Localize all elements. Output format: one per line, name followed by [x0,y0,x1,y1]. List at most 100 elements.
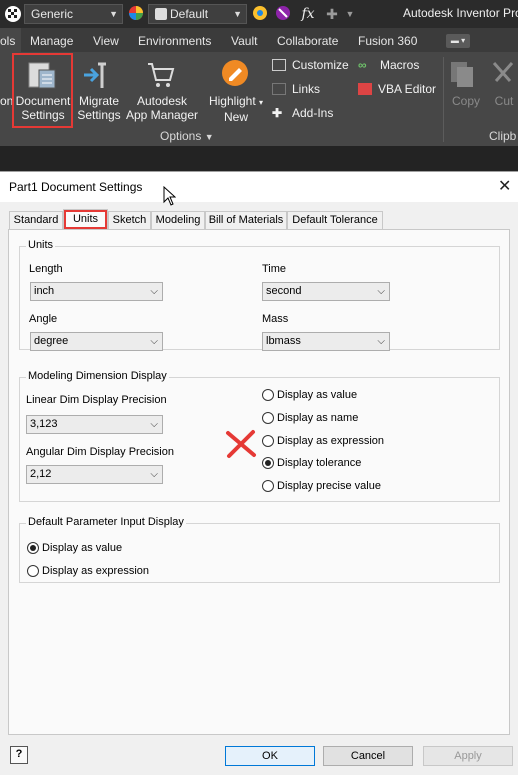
modeling-group-title: Modeling Dimension Display [26,370,169,382]
vba-editor-button[interactable]: VBA Editor [358,82,436,96]
highlight-new-button[interactable]: Highlight ▾ New [205,94,267,124]
radio-icon [27,565,39,577]
tab-standard[interactable]: Standard [9,211,63,229]
highlight-new-icon [220,58,250,91]
angular-precision-label: Angular Dim Display Precision [26,446,174,458]
plus-icon[interactable]: ✚ [323,5,341,23]
migrate-settings-button[interactable]: Migrate Settings [74,94,124,122]
macros-button[interactable]: ∞ Macros [358,58,419,72]
length-dropdown[interactable]: inch ⌵ [30,282,163,301]
chevron-down-icon: ⌵ [377,286,385,297]
radio-label: Display as expression [42,565,149,577]
tab-default-tolerance[interactable]: Default Tolerance [287,211,383,229]
tab-manage[interactable]: Manage [30,34,73,48]
tab-vault[interactable]: Vault [231,34,257,48]
links-button[interactable]: Links [272,82,320,96]
ok-button[interactable]: OK [225,746,315,766]
radio-icon [262,480,274,492]
length-label: Length [29,263,63,275]
color-wheel-icon[interactable] [127,5,145,23]
tab-collaborate[interactable]: Collaborate [277,34,338,48]
customize-button[interactable]: Customize [272,58,349,72]
mass-value: lbmass [266,335,301,347]
default-parameter-input-display-group: Default Parameter Input Display Display … [19,516,500,583]
tab-environments[interactable]: Environments [138,34,211,48]
ribbon-display-toggle-icon[interactable]: ▬ ▾ [446,34,470,48]
links-icon [272,83,286,95]
material-value: Generic [31,7,74,21]
chevron-down-icon: ⌵ [150,336,158,347]
app-manager-label-2: App Manager [125,108,199,122]
customize-label: Customize [292,58,349,72]
radio-selected-icon [27,542,39,554]
radio-param-display-as-value[interactable]: Display as value [27,542,122,554]
cut-button[interactable]: Cut [490,94,518,108]
options-group-label[interactable]: Options ▼ [160,129,214,144]
chevron-down-icon: ⌵ [150,469,158,480]
radio-display-as-expression[interactable]: Display as expression [262,435,384,447]
linear-precision-value: 3,123 [30,418,58,430]
linear-precision-dropdown[interactable]: 3,123 ⌵ [26,415,163,434]
radio-label: Display tolerance [277,457,362,469]
angular-precision-value: 2,12 [30,468,52,480]
radio-display-as-value[interactable]: Display as value [262,389,357,401]
length-value: inch [34,285,55,297]
dialog-title: Part1 Document Settings [9,180,143,194]
tab-bill-of-materials[interactable]: Bill of Materials [205,211,287,229]
tab-view[interactable]: View [93,34,119,48]
migrate-settings-icon [82,60,114,93]
tab-modeling[interactable]: Modeling [151,211,205,229]
modeling-dimension-display-group: Modeling Dimension Display Linear Dim Di… [19,370,500,502]
units-tab-page: Units Length inch ⌵ Time second ⌵ Angle de… [8,229,510,735]
ribbon-group-divider [443,57,444,142]
add-ins-label: Add-Ins [292,106,334,120]
appearance-adjust-icon[interactable] [251,5,269,23]
radio-label: Display as value [277,389,358,401]
dialog-close-button[interactable]: ✕ [498,176,511,196]
app-manager-button[interactable]: Autodesk App Manager [124,94,200,122]
mass-label: Mass [262,313,289,325]
material-dropdown[interactable]: Generic ▼ [24,4,123,24]
add-ins-button[interactable]: ✚ Add-Ins [272,106,333,120]
app-manager-label-1: Autodesk [136,94,188,108]
radio-display-tolerance[interactable]: Display tolerance [262,457,361,469]
radio-param-display-as-expression[interactable]: Display as expression [27,565,149,577]
parameters-fx-icon[interactable]: fx [299,5,317,23]
time-value: second [266,285,302,297]
time-dropdown[interactable]: second ⌵ [262,282,390,301]
appearance-value: Default [170,7,209,21]
ribbon-tab-bar [0,28,518,52]
tab-fusion-360[interactable]: Fusion 360 [358,34,417,48]
app-menu-icon[interactable] [4,5,22,23]
migrate-settings-label-2: Settings [77,108,121,122]
mouse-cursor-icon [163,185,177,209]
angular-precision-dropdown[interactable]: 2,12 ⌵ [26,465,163,484]
vba-editor-icon [358,83,372,95]
chevron-down-icon: ▼ [233,9,242,19]
tab-tools[interactable]: ols [0,34,15,48]
units-group: Units Length inch ⌵ Time second ⌵ Angle de… [19,239,500,351]
document-settings-button[interactable]: Document Settings [14,94,72,122]
appearance-dropdown[interactable]: Default ▼ [148,4,247,24]
angle-value: degree [34,335,69,347]
help-button[interactable]: ? [10,746,28,764]
customize-qat-arrow-icon[interactable]: ▼ [341,5,359,23]
radio-label: Display as value [42,542,123,554]
copy-button[interactable]: Copy [448,94,484,108]
chevron-down-icon: ▾ [259,98,264,107]
tab-sketch[interactable]: Sketch [108,211,151,229]
mass-dropdown[interactable]: lbmass ⌵ [262,332,390,351]
angle-dropdown[interactable]: degree ⌵ [30,332,163,351]
time-label: Time [262,263,287,275]
plus-icon: ✚ [272,106,283,120]
clear-appearance-icon[interactable] [274,5,292,23]
units-group-title: Units [26,239,56,251]
chevron-down-icon: ⌵ [377,336,385,347]
radio-display-as-name[interactable]: Display as name [262,412,358,424]
apply-button[interactable]: Apply [423,746,513,766]
radio-label: Display as expression [277,435,384,447]
cancel-button[interactable]: Cancel [323,746,413,766]
clipboard-group-label: Clipb [489,129,517,143]
macros-label: Macros [380,58,420,72]
radio-display-precise-value[interactable]: Display precise value [262,480,381,492]
